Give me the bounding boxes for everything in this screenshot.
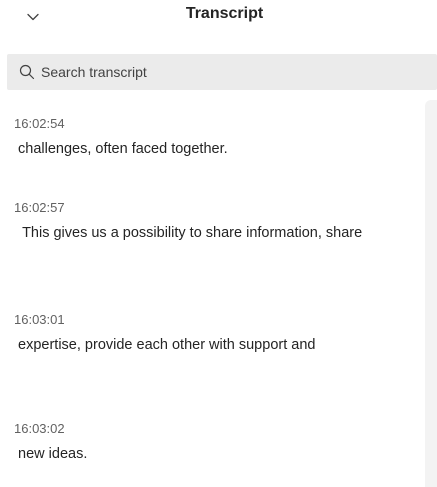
transcript-header: Transcript [0, 0, 437, 36]
timestamp: 16:02:54 [14, 116, 65, 131]
transcript-text: This gives us a possibility to share inf… [14, 225, 363, 241]
search-box[interactable] [7, 54, 437, 90]
timestamp: 16:02:57 [14, 200, 65, 215]
panel-title: Transcript [185, 5, 264, 22]
transcript-list[interactable]: 16:02:54 challenges, often faced togethe… [0, 104, 425, 487]
scrollbar-track[interactable] [425, 100, 437, 487]
timestamp: 16:03:02 [14, 421, 65, 436]
search-icon [19, 64, 35, 80]
transcript-text: new ideas. [14, 446, 88, 462]
timestamp: 16:03:01 [14, 312, 65, 327]
transcript-text: challenges, often faced together. [14, 141, 228, 157]
transcript-text: expertise, provide each other with suppo… [14, 337, 316, 353]
search-input[interactable] [41, 64, 401, 80]
